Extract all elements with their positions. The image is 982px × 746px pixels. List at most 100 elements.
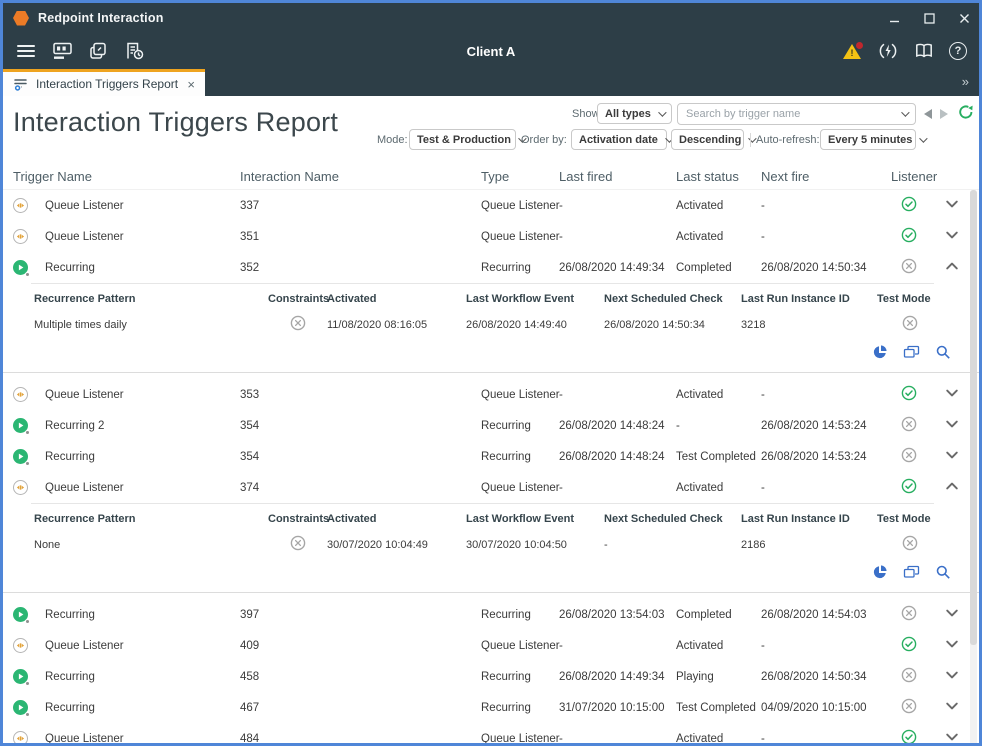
- search-input[interactable]: [686, 108, 894, 120]
- pie-chart-icon[interactable]: [872, 564, 888, 585]
- expand-chevron[interactable]: [944, 196, 960, 215]
- interaction-name: 354: [240, 420, 481, 432]
- trigger-type-icon: [13, 198, 28, 213]
- column-type: Type: [481, 169, 559, 184]
- expand-chevron[interactable]: [944, 729, 960, 746]
- expand-chevron[interactable]: [944, 416, 960, 435]
- expand-chevron[interactable]: [944, 258, 960, 277]
- next-fire: -: [761, 482, 891, 494]
- expand-chevron[interactable]: [944, 447, 960, 466]
- book-icon[interactable]: [913, 40, 935, 62]
- trigger-type-icon: [13, 669, 28, 684]
- last-status: -: [676, 420, 761, 432]
- table-row[interactable]: Queue Listener 409 Queue Listener - Acti…: [3, 630, 979, 661]
- report-filter-icon: [13, 77, 28, 92]
- table-row[interactable]: Recurring 354 Recurring 26/08/2020 14:48…: [3, 441, 979, 472]
- recurring-icon: [13, 260, 28, 275]
- next-fire: -: [761, 200, 891, 212]
- column-next-fire: Next fire: [761, 169, 891, 184]
- expand-chevron[interactable]: [944, 227, 960, 246]
- queue-listener-icon: [13, 480, 28, 495]
- column-last-workflow-event: Last Workflow Event: [466, 293, 604, 305]
- recurring-icon: [13, 700, 28, 715]
- maximize-button[interactable]: [923, 12, 936, 25]
- copy-windows-icon[interactable]: [903, 564, 920, 585]
- last-fired: 31/07/2020 10:15:00: [559, 702, 676, 714]
- auto-refresh-dropdown[interactable]: Every 5 minutes: [820, 129, 916, 150]
- table-row[interactable]: Recurring 352 Recurring 26/08/2020 14:49…: [3, 252, 979, 283]
- table-row[interactable]: Recurring 2 354 Recurring 26/08/2020 14:…: [3, 410, 979, 441]
- column-activated: Activated: [327, 293, 466, 305]
- chevron-down-icon[interactable]: [901, 108, 909, 116]
- interaction-name: 484: [240, 733, 481, 745]
- previous-page-button[interactable]: [924, 109, 932, 119]
- menu-icon[interactable]: [15, 40, 37, 62]
- tab-interaction-triggers-report[interactable]: Interaction Triggers Report ×: [3, 69, 205, 96]
- detail-values: Multiple times daily 11/08/2020 08:16:05…: [3, 315, 979, 334]
- table-row[interactable]: Queue Listener 374 Queue Listener - Acti…: [3, 472, 979, 503]
- recurring-icon: [13, 607, 28, 622]
- magnifier-icon[interactable]: [935, 344, 951, 365]
- tab-overflow-icon[interactable]: »: [962, 74, 969, 89]
- next-fire: 26/08/2020 14:53:24: [761, 420, 891, 432]
- table-row[interactable]: Queue Listener 351 Queue Listener - Acti…: [3, 221, 979, 252]
- last-status: Activated: [676, 389, 761, 401]
- expand-chevron[interactable]: [944, 636, 960, 655]
- show-dropdown[interactable]: All types: [597, 103, 672, 124]
- sort-direction-dropdown[interactable]: Descending: [671, 129, 744, 150]
- table-row[interactable]: Recurring 458 Recurring 26/08/2020 14:49…: [3, 661, 979, 692]
- column-last-status: Last status: [676, 169, 761, 184]
- interaction-name: 351: [240, 231, 481, 243]
- listener-on-icon: [901, 636, 917, 652]
- listener-status-icon: [901, 698, 917, 717]
- tab-close-icon[interactable]: ×: [187, 78, 195, 91]
- trigger-name: Recurring 2: [45, 420, 240, 432]
- next-page-button[interactable]: [940, 109, 948, 119]
- order-by-dropdown[interactable]: Activation date: [571, 129, 667, 150]
- listener-status-icon: [901, 447, 917, 466]
- copy-windows-icon[interactable]: [903, 344, 920, 365]
- next-fire: 26/08/2020 14:54:03: [761, 609, 891, 621]
- table-row[interactable]: Recurring 467 Recurring 31/07/2020 10:15…: [3, 692, 979, 723]
- alerts-warning-icon[interactable]: !: [843, 42, 863, 60]
- next-fire: -: [761, 733, 891, 745]
- mode-dropdown[interactable]: Test & Production: [409, 129, 516, 150]
- activated-value: 11/08/2020 08:16:05: [327, 319, 466, 331]
- expand-chevron[interactable]: [944, 478, 960, 497]
- close-button[interactable]: [958, 12, 971, 25]
- minimize-button[interactable]: [888, 12, 901, 25]
- trigger-name: Recurring: [45, 451, 240, 463]
- help-icon[interactable]: ?: [949, 42, 967, 60]
- next-scheduled-check-value: -: [604, 539, 741, 551]
- toolbar-left-group: [15, 40, 145, 62]
- magnifier-icon[interactable]: [935, 564, 951, 585]
- expand-chevron[interactable]: [944, 605, 960, 624]
- trigger-type-icon: [13, 731, 28, 746]
- table-row[interactable]: Queue Listener 337 Queue Listener - Acti…: [3, 190, 979, 221]
- interaction-name: 353: [240, 389, 481, 401]
- vertical-scrollbar[interactable]: [970, 190, 977, 746]
- last-fired: 26/08/2020 13:54:03: [559, 609, 676, 621]
- scheduled-report-icon[interactable]: [123, 40, 145, 62]
- table-row[interactable]: Queue Listener 484 Queue Listener - Acti…: [3, 723, 979, 746]
- recurring-badge-dot: [25, 430, 30, 435]
- scrollbar-thumb[interactable]: [970, 190, 977, 645]
- trigger-name: Queue Listener: [45, 389, 240, 401]
- column-last-run-instance-id: Last Run Instance ID: [741, 293, 877, 305]
- pie-chart-icon[interactable]: [872, 344, 888, 365]
- table-row[interactable]: Queue Listener 353 Queue Listener - Acti…: [3, 379, 979, 410]
- expand-chevron[interactable]: [944, 667, 960, 686]
- trigger-search-combobox[interactable]: [677, 103, 916, 125]
- table-row[interactable]: Recurring 397 Recurring 26/08/2020 13:54…: [3, 599, 979, 630]
- trigger-type-icon: [13, 700, 28, 715]
- interaction-boards-icon[interactable]: [51, 40, 73, 62]
- expand-chevron[interactable]: [944, 385, 960, 404]
- detail-actions: [872, 564, 951, 585]
- listener-status-icon: [901, 227, 917, 246]
- trigger-name: Queue Listener: [45, 733, 240, 745]
- redpoint-logo-icon: [13, 11, 29, 26]
- expand-chevron[interactable]: [944, 698, 960, 717]
- documents-icon[interactable]: [87, 40, 109, 62]
- refresh-button[interactable]: [958, 104, 974, 125]
- sync-bolt-icon[interactable]: [877, 40, 899, 62]
